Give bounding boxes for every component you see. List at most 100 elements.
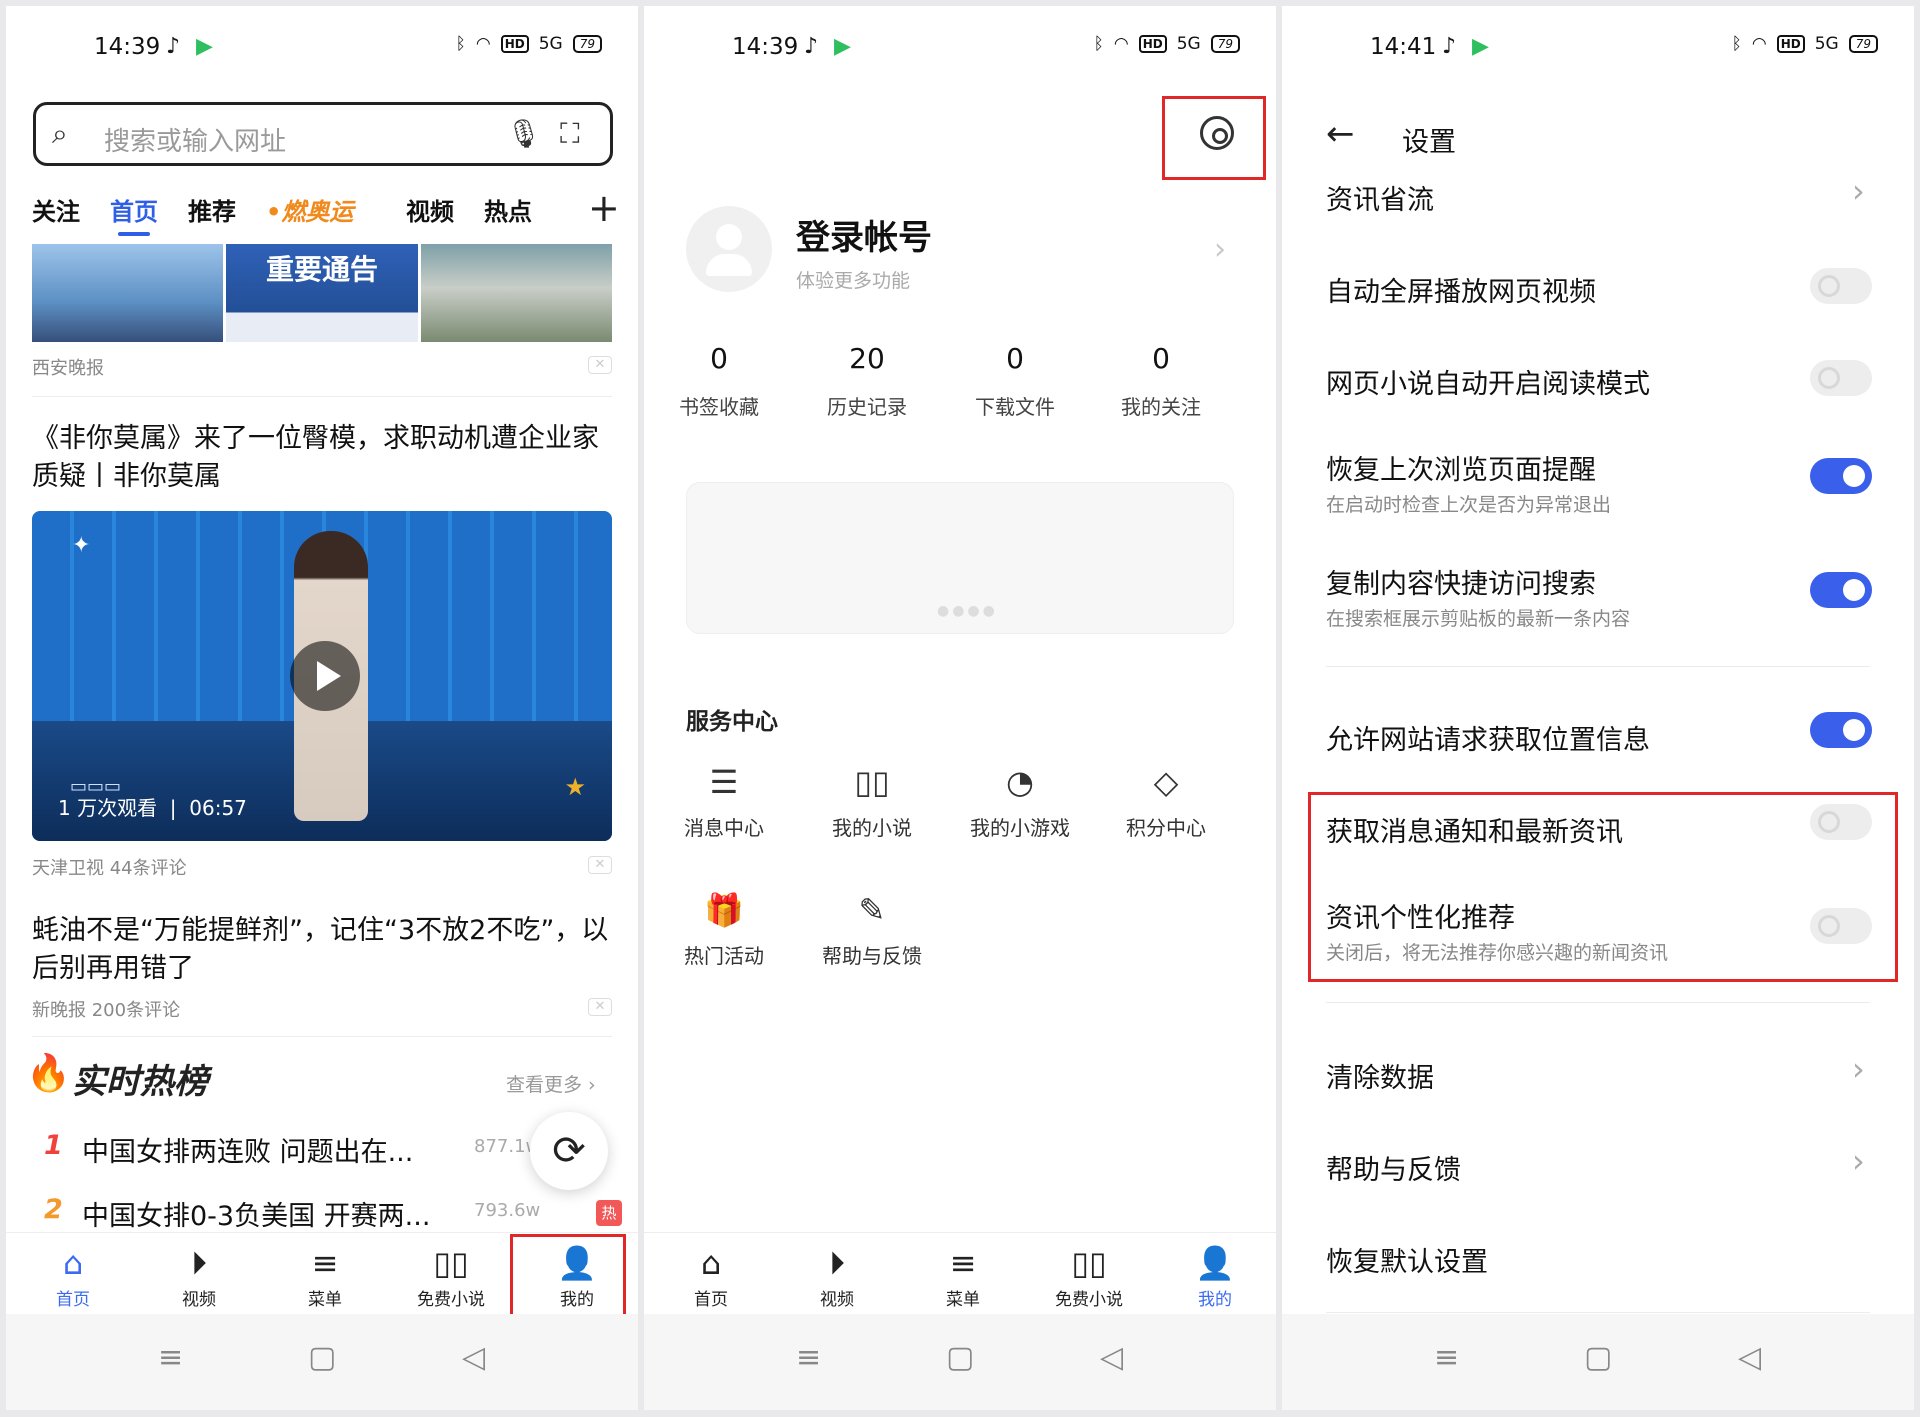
- setting-news-saver[interactable]: 资讯省流: [1326, 178, 1434, 217]
- news-source: 天津卫视 44条评论: [32, 858, 187, 879]
- setting-help-feedback[interactable]: 帮助与反馈: [1326, 1148, 1461, 1187]
- home-button-icon[interactable]: ▢: [946, 1340, 974, 1375]
- diamond-icon: ◇: [1153, 763, 1179, 801]
- service-games[interactable]: ◔ 我的小游戏: [960, 762, 1080, 841]
- dismiss-icon[interactable]: ✕: [588, 356, 612, 374]
- nav-mine[interactable]: 👤 我的: [1170, 1243, 1260, 1310]
- back-button-icon[interactable]: ◁: [1738, 1340, 1761, 1375]
- stat-bookmarks[interactable]: 0 书签收藏: [664, 342, 774, 420]
- recent-apps-icon[interactable]: ≡: [1434, 1340, 1459, 1375]
- chevron-right-icon[interactable]: ›: [1852, 1142, 1865, 1180]
- nav-home[interactable]: ⌂ 首页: [666, 1243, 756, 1310]
- setting-restore-reminder-desc: 在启动时检查上次是否为异常退出: [1326, 494, 1612, 516]
- service-feedback[interactable]: ✎ 帮助与反馈: [812, 890, 932, 969]
- setting-restore-defaults[interactable]: 恢复默认设置: [1326, 1240, 1488, 1279]
- nav-menu[interactable]: ≡ 菜单: [918, 1243, 1008, 1310]
- refresh-button[interactable]: ⟳: [530, 1112, 608, 1190]
- nav-home[interactable]: ⌂ 首页: [28, 1243, 118, 1310]
- setting-location-permission: 允许网站请求获取位置信息: [1326, 725, 1650, 756]
- stat-downloads[interactable]: 0 下载文件: [960, 342, 1070, 420]
- play-icon[interactable]: [290, 641, 360, 711]
- divider: [1326, 666, 1870, 667]
- search-bar[interactable]: ⌕ 搜索或输入网址 🎙 ⛶: [33, 102, 613, 166]
- news-tabs: 关注 首页 推荐 •燃奥运 视频 热点 +: [32, 186, 622, 238]
- thumbnail-image: [32, 244, 224, 342]
- tv-channel-logo: ✦: [72, 533, 91, 558]
- recent-apps-icon[interactable]: ≡: [796, 1340, 821, 1375]
- signal-icon: 5G: [538, 34, 563, 54]
- service-novels[interactable]: ▯▯ 我的小说: [812, 762, 932, 841]
- home-screen: 14:39 ♪ ▶ ᛒ ◠ HD 5G 79 ⌕ 搜索或输入网址 🎙 ⛶ 关注 …: [6, 6, 638, 1410]
- book-icon: ▯▯: [854, 763, 890, 801]
- back-button-icon[interactable]: ◁: [462, 1340, 485, 1375]
- microphone-icon[interactable]: 🎙: [506, 117, 542, 150]
- service-messages[interactable]: ☰ 消息中心: [664, 762, 784, 841]
- news-thumbnails[interactable]: 重要通告: [32, 244, 612, 342]
- dismiss-icon[interactable]: ✕: [588, 856, 612, 874]
- tab-video[interactable]: 视频: [406, 192, 454, 227]
- search-input[interactable]: 搜索或输入网址: [104, 121, 286, 158]
- setting-restore-reminder: 恢复上次浏览页面提醒: [1326, 455, 1596, 486]
- play-store-icon: ▶: [1472, 34, 1489, 59]
- tab-hot[interactable]: 热点: [484, 192, 532, 227]
- news-headline[interactable]: 蚝油不是“万能提鲜剂”，记住“3不放2不吃”，以后别再用错了: [32, 912, 612, 988]
- user-icon: 👤: [1195, 1244, 1235, 1282]
- toggle-autoplay-fullscreen[interactable]: [1810, 268, 1872, 304]
- divider: [32, 396, 612, 397]
- play-store-icon: ▶: [196, 34, 213, 59]
- tab-home[interactable]: 首页: [110, 192, 158, 236]
- setting-autoplay-fullscreen: 自动全屏播放网页视频: [1326, 277, 1596, 308]
- service-events[interactable]: 🎁 热门活动: [664, 890, 784, 969]
- hot-list-item[interactable]: 2 中国女排0-3负美国 开赛两... 793.6w 热: [32, 1194, 622, 1234]
- book-icon: ▯▯: [1071, 1244, 1107, 1282]
- back-arrow-icon[interactable]: ←: [1326, 114, 1355, 154]
- chevron-right-icon[interactable]: ›: [1852, 172, 1865, 210]
- tab-olympics[interactable]: •燃奥运: [266, 192, 353, 227]
- highlight-box: [1308, 792, 1898, 982]
- home-icon: ⌂: [700, 1244, 722, 1282]
- news-headline[interactable]: 《非你莫属》来了一位臀模，求职动机遭企业家质疑丨非你莫属: [32, 420, 612, 496]
- play-store-icon: ▶: [834, 34, 851, 59]
- stat-history[interactable]: 20 历史记录: [812, 342, 922, 420]
- toggle-novel-reading-mode[interactable]: [1810, 360, 1872, 396]
- see-more-link[interactable]: 查看更多 ›: [506, 1070, 596, 1097]
- login-title[interactable]: 登录帐号: [796, 210, 932, 259]
- home-button-icon[interactable]: ▢: [1584, 1340, 1612, 1375]
- home-button-icon[interactable]: ▢: [308, 1340, 336, 1375]
- thumbnail-image: [420, 244, 612, 342]
- divider: [1326, 1002, 1870, 1003]
- dismiss-icon[interactable]: ✕: [588, 998, 612, 1016]
- stat-following[interactable]: 0 我的关注: [1106, 342, 1216, 420]
- nav-menu[interactable]: ≡ 菜单: [280, 1243, 370, 1310]
- add-tab-icon[interactable]: +: [588, 186, 620, 230]
- gift-icon: 🎁: [704, 891, 744, 929]
- setting-clipboard-search: 复制内容快捷访问搜索: [1326, 569, 1596, 600]
- search-icon: ⌕: [52, 117, 68, 150]
- back-button-icon[interactable]: ◁: [1100, 1340, 1123, 1375]
- news-source: 西安晚报: [32, 358, 104, 379]
- chevron-right-icon[interactable]: ›: [1214, 232, 1226, 267]
- status-bar: 14:39 ♪ ▶ ᛒ ◠ HD 5G 79: [6, 6, 638, 90]
- nav-novels[interactable]: ▯▯ 免费小说: [406, 1243, 496, 1310]
- battery-icon: 79: [1848, 35, 1878, 53]
- scan-icon[interactable]: ⛶: [560, 117, 580, 151]
- toggle-location-permission[interactable]: [1810, 712, 1872, 748]
- nav-novels[interactable]: ▯▯ 免费小说: [1044, 1243, 1134, 1310]
- toggle-clipboard-search[interactable]: [1810, 572, 1872, 608]
- recent-apps-icon[interactable]: ≡: [158, 1340, 183, 1375]
- promo-banner[interactable]: ●●●●: [686, 482, 1234, 634]
- bluetooth-icon: ᛒ: [455, 34, 466, 54]
- news-source: 新晚报 200条评论: [32, 1000, 181, 1021]
- show-logo: ★: [564, 773, 586, 801]
- tiktok-icon: ♪: [804, 34, 819, 59]
- video-card[interactable]: ✦ ▭▭▭ ★ 1 万次观看 | 06:57: [32, 511, 612, 841]
- nav-video[interactable]: ⏵ 视频: [792, 1243, 882, 1310]
- nav-video[interactable]: ⏵ 视频: [154, 1243, 244, 1310]
- tab-recommend[interactable]: 推荐: [188, 192, 236, 227]
- setting-clear-data[interactable]: 清除数据: [1326, 1056, 1434, 1095]
- service-points[interactable]: ◇ 积分中心: [1106, 762, 1226, 841]
- toggle-restore-reminder[interactable]: [1810, 458, 1872, 494]
- chevron-right-icon[interactable]: ›: [1852, 1050, 1865, 1088]
- avatar[interactable]: [686, 206, 772, 292]
- tab-follow[interactable]: 关注: [32, 192, 80, 227]
